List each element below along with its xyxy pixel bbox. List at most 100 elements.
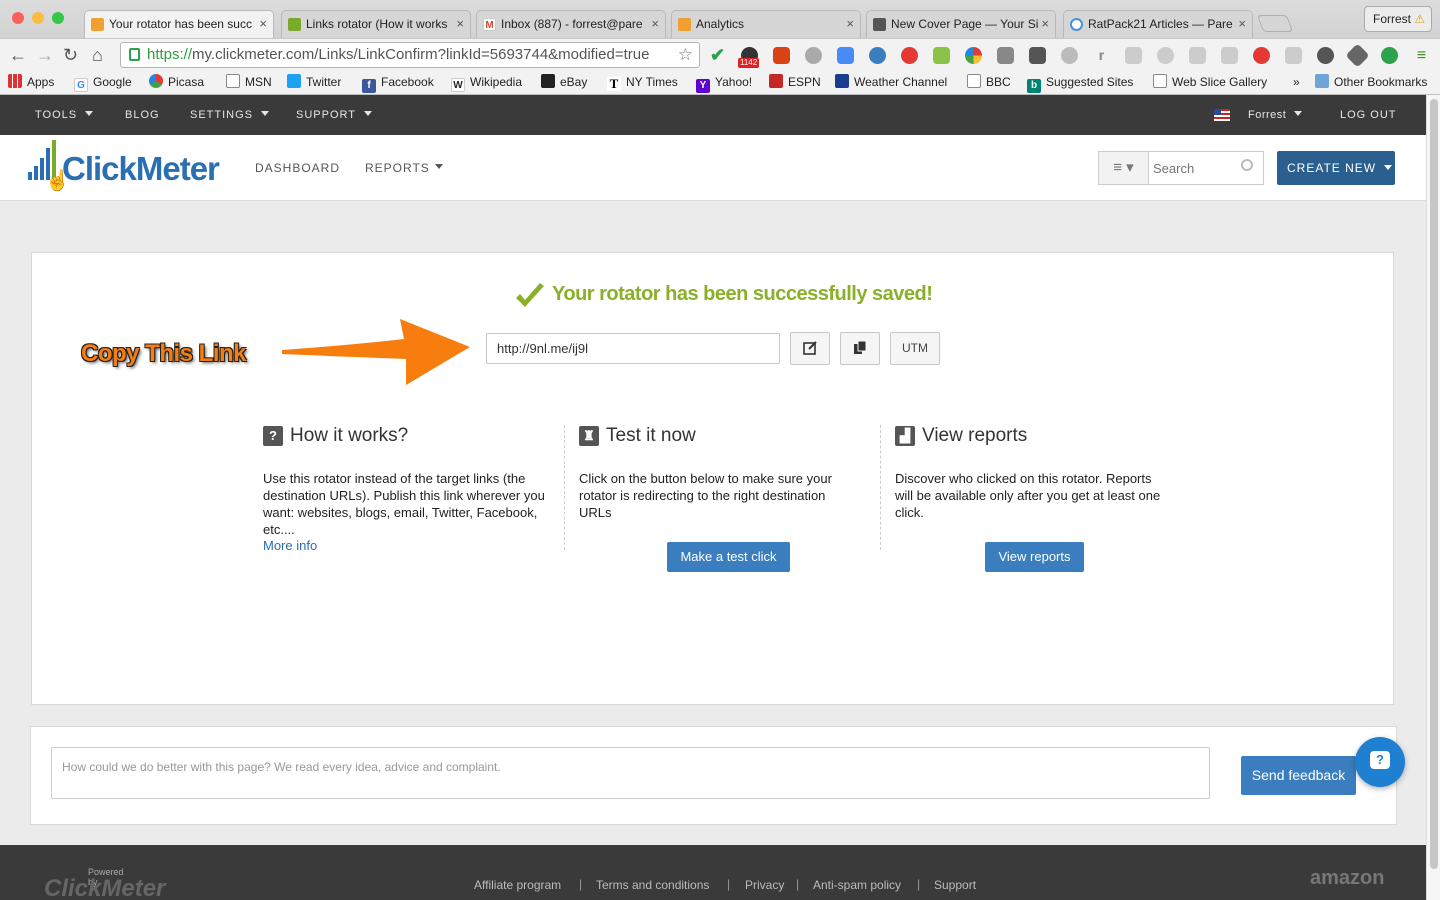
bookmark-wikipedia[interactable]: W Wikipedia	[451, 73, 522, 92]
zoom-window-button[interactable]	[52, 12, 64, 24]
footer-link-anti-spam[interactable]: Anti-spam policy	[813, 878, 901, 892]
browser-tab[interactable]: Your rotator has been succ ×	[84, 10, 274, 38]
bookmark-suggested-sites[interactable]: b Suggested Sites	[1027, 73, 1133, 93]
nav-settings[interactable]: SETTINGS	[190, 95, 270, 135]
bookmark-apps[interactable]: Apps	[8, 73, 54, 91]
create-new-button[interactable]: CREATE NEW	[1277, 151, 1395, 185]
search-icon[interactable]	[1241, 159, 1253, 171]
edit-icon	[803, 341, 817, 355]
extension-icon[interactable]	[1285, 47, 1302, 64]
nav-dashboard[interactable]: DASHBOARD	[255, 135, 340, 201]
send-feedback-button[interactable]: Send feedback	[1241, 756, 1356, 795]
bookmark-picasa[interactable]: Picasa	[149, 73, 204, 91]
bookmark-extension-icon[interactable]	[773, 47, 790, 64]
tab-close-icon[interactable]: ×	[456, 11, 464, 37]
tab-close-icon[interactable]: ×	[259, 11, 267, 37]
chrome-extension-icon[interactable]	[965, 47, 982, 64]
bookmarks-bar: Apps G Google Picasa MSN Twitter f Faceboo…	[0, 70, 1440, 95]
bookmark-yahoo[interactable]: Y Yahoo!	[696, 73, 752, 93]
translate-extension-icon[interactable]	[837, 47, 854, 64]
bookmark-nytimes[interactable]: T NY Times	[607, 73, 678, 91]
puzzle-extension-icon[interactable]	[1221, 47, 1238, 64]
footer-link-terms[interactable]: Terms and conditions	[596, 878, 709, 892]
html5-extension-icon[interactable]	[1125, 47, 1142, 64]
clickmeter-logo[interactable]: ☝ ClickMeter	[28, 140, 220, 194]
forward-arrow-icon[interactable]: →	[36, 43, 54, 67]
bookmark-ebay[interactable]: eBay	[541, 73, 587, 91]
grid-extension-icon[interactable]	[933, 47, 950, 64]
bookmark-star-icon[interactable]: ☆	[678, 43, 693, 67]
profile-button[interactable]: Forrest ⚠	[1364, 6, 1432, 32]
browser-tab[interactable]: New Cover Page — Your Si ×	[866, 10, 1056, 38]
magnifier-extension-icon[interactable]	[1189, 47, 1206, 64]
view-reports-button[interactable]: View reports	[985, 542, 1084, 572]
tab-close-icon[interactable]: ×	[846, 11, 854, 37]
browser-tab[interactable]: M Inbox (887) - forrest@pare ×	[476, 10, 666, 38]
bookmarks-overflow-button[interactable]: »	[1293, 73, 1300, 91]
cast-icon[interactable]	[997, 47, 1014, 64]
search-input[interactable]	[1153, 158, 1237, 178]
bookmark-espn[interactable]: ESPN	[769, 73, 821, 91]
bookmark-msn[interactable]: MSN	[226, 73, 272, 91]
copy-link-button[interactable]	[840, 332, 880, 365]
bookmark-web-slice-gallery[interactable]: Web Slice Gallery	[1153, 73, 1267, 91]
search-filter-button[interactable]: ≡ ▾	[1099, 152, 1149, 184]
tomato-extension-icon[interactable]	[1253, 47, 1270, 64]
rotator-link-field[interactable]: http://9nl.me/ij9l	[486, 333, 780, 364]
footer-link-support[interactable]: Support	[934, 878, 976, 892]
r-extension-icon[interactable]: r	[1093, 47, 1110, 64]
nav-reports[interactable]: REPORTS	[365, 135, 443, 201]
browser-tab[interactable]: Analytics ×	[671, 10, 861, 38]
scrollbar-thumb[interactable]	[1430, 99, 1438, 869]
checkmark-extension-icon[interactable]: ✔	[709, 46, 726, 64]
more-info-link[interactable]: More info	[263, 538, 317, 553]
compass-extension-icon[interactable]	[1345, 43, 1370, 68]
minimize-window-button[interactable]	[32, 12, 44, 24]
tab-close-icon[interactable]: ×	[651, 11, 659, 37]
page-scrollbar[interactable]	[1426, 95, 1440, 900]
other-bookmarks-folder[interactable]: Other Bookmarks	[1315, 73, 1427, 91]
address-bar[interactable]: https://my.clickmeter.com/Links/LinkConf…	[120, 42, 700, 68]
tab-close-icon[interactable]: ×	[1041, 11, 1049, 37]
footer-link-privacy[interactable]: Privacy	[745, 878, 784, 892]
page-content: TOOLS BLOG SETTINGS SUPPORT Forrest LOG …	[0, 95, 1426, 900]
bookmark-weather-channel[interactable]: Weather Channel	[835, 73, 947, 91]
reload-icon[interactable]: ↻	[63, 43, 78, 67]
opera-extension-icon[interactable]	[901, 47, 918, 64]
bookmark-bbc[interactable]: BBC	[967, 73, 1011, 91]
bookmark-facebook[interactable]: f Facebook	[362, 73, 434, 93]
user-menu[interactable]: Forrest	[1248, 95, 1303, 135]
d-extension-icon[interactable]	[1381, 47, 1398, 64]
nav-tools[interactable]: TOOLS	[35, 95, 94, 135]
feedback-textarea[interactable]: How could we do better with this page? W…	[51, 747, 1210, 799]
facebook-icon: f	[362, 79, 376, 93]
make-test-click-button[interactable]: Make a test click	[667, 542, 790, 572]
menu-icon[interactable]: ≡	[1413, 47, 1430, 64]
clock-extension-icon[interactable]	[1317, 47, 1334, 64]
new-tab-button[interactable]	[1256, 15, 1294, 32]
pocket-icon[interactable]	[1029, 47, 1046, 64]
bookmark-twitter[interactable]: Twitter	[287, 73, 341, 91]
search-group: ≡ ▾	[1098, 151, 1264, 185]
m-extension-icon[interactable]	[1157, 47, 1174, 64]
footer-separator: |	[917, 877, 921, 891]
sync-extension-icon[interactable]	[805, 47, 822, 64]
utm-button[interactable]: UTM	[890, 332, 940, 365]
success-message: Your rotator has been successfully saved…	[552, 283, 933, 305]
url-scheme: https://	[147, 46, 193, 63]
close-window-button[interactable]	[12, 12, 24, 24]
edit-link-button[interactable]	[790, 332, 830, 365]
phone-extension-icon[interactable]	[869, 47, 886, 64]
browser-tab[interactable]: Links rotator (How it works ×	[281, 10, 471, 38]
logout-link[interactable]: LOG OUT	[1340, 95, 1397, 135]
help-chat-button[interactable]: ?	[1355, 737, 1405, 787]
back-arrow-icon[interactable]: ←	[9, 43, 27, 67]
nav-blog[interactable]: BLOG	[125, 95, 160, 135]
home-icon[interactable]: ⌂	[92, 43, 103, 67]
nav-support[interactable]: SUPPORT	[296, 95, 372, 135]
bookmark-google[interactable]: G Google	[74, 73, 132, 92]
footer-link-affiliate[interactable]: Affiliate program	[474, 878, 561, 892]
extension-icon[interactable]	[1061, 47, 1078, 64]
browser-tab[interactable]: RatPack21 Articles — Pare ×	[1063, 10, 1253, 38]
tab-close-icon[interactable]: ×	[1238, 11, 1246, 37]
